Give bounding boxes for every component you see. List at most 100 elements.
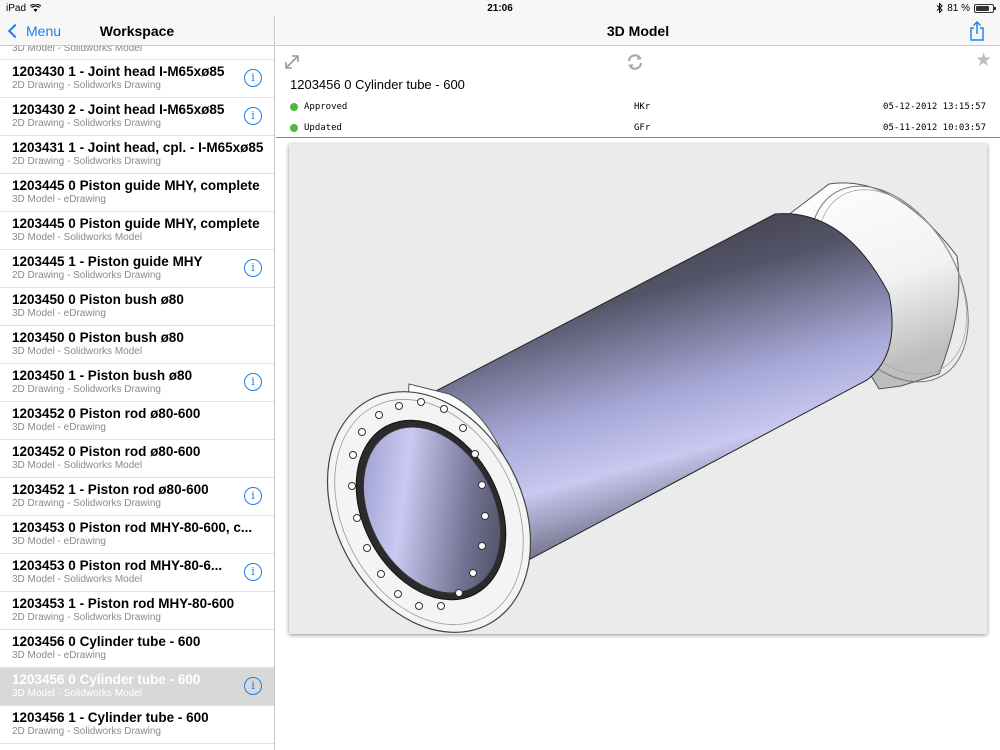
list-item-subtitle: 2D Drawing - Solidworks Drawing [12, 384, 161, 395]
status-label: Updated [304, 122, 342, 133]
list-item-title: 1203453 1 - Piston rod MHY-80-600 [12, 596, 235, 611]
list-item-subtitle: 2D Drawing - Solidworks Drawing [12, 612, 161, 623]
info-icon[interactable]: i [244, 69, 262, 87]
list-item-subtitle: 3D Model - eDrawing [12, 422, 106, 433]
list-item-subtitle: 2D Drawing - Solidworks Drawing [12, 118, 161, 129]
list-item-partial[interactable]: 3D Model - Solidworks Model [0, 46, 274, 60]
status-row: Approved HKr 05-12-2012 13:15:57 [290, 96, 986, 117]
sidebar: Menu Workspace 3D Model - Solidworks Mod… [0, 16, 275, 750]
status-date: 05-11-2012 10:03:57 [883, 122, 986, 133]
wifi-icon [30, 4, 42, 12]
list-item-title: 1203452 1 - Piston rod ø80-600 [12, 482, 209, 497]
back-button[interactable]: Menu [0, 23, 61, 39]
list-item[interactable]: 1203453 1 - Piston rod MHY-80-600 2D Draw… [0, 592, 274, 630]
share-icon[interactable] [968, 21, 986, 41]
battery-icon [974, 3, 996, 13]
list-item[interactable]: 1203445 0 Piston guide MHY, complete 3D M… [0, 212, 274, 250]
list-item[interactable]: 1203445 0 Piston guide MHY, complete 3D M… [0, 174, 274, 212]
status-label: Approved [304, 101, 348, 112]
status-table: Approved HKr 05-12-2012 13:15:57 Updated GFr… [290, 96, 986, 138]
status-row: Updated GFr 05-11-2012 10:03:57 [290, 117, 986, 138]
info-icon[interactable]: i [244, 563, 262, 581]
list-item-subtitle: 3D Model - Solidworks Model [12, 46, 143, 54]
detail-title: 3D Model [606, 22, 670, 39]
list-item[interactable]: 1203456 1 - Cylinder tube - 600 2D Drawin… [0, 706, 274, 744]
info-icon[interactable]: i [244, 487, 262, 505]
sidebar-nav-bar: Menu Workspace [0, 16, 274, 46]
battery-level [976, 5, 989, 11]
device-label: iPad [6, 2, 27, 14]
list-item-subtitle: 3D Model - Solidworks Model [12, 574, 143, 585]
expand-icon[interactable] [284, 54, 300, 70]
star-icon[interactable]: ★ [975, 51, 992, 70]
list-item-subtitle: 2D Drawing - Solidworks Drawing [12, 270, 161, 281]
list-item[interactable]: 1203452 1 - Piston rod ø80-600 2D Drawing… [0, 478, 274, 516]
list-item[interactable]: 1203453 0 Piston rod MHY-80-6... 3D Model… [0, 554, 274, 592]
list-item-title: 1203456 0 Cylinder tube - 600 [12, 672, 201, 687]
list-item-title: 1203452 0 Piston rod ø80-600 [12, 444, 201, 459]
list-item-subtitle: 3D Model - Solidworks Model [12, 346, 143, 357]
list-item-title: 1203452 0 Piston rod ø80-600 [12, 406, 201, 421]
detail-nav-bar: 3D Model [276, 16, 1000, 46]
list-item[interactable]: 1203445 1 - Piston guide MHY 2D Drawing -… [0, 250, 274, 288]
list-item[interactable]: 1203450 1 - Piston bush ø80 2D Drawing - … [0, 364, 274, 402]
clock: 21:06 [487, 2, 513, 14]
status-user: HKr [634, 101, 651, 112]
list-item-title: 1203453 0 Piston rod MHY-80-6... [12, 558, 223, 573]
viewer-toolbar: ★ [276, 46, 1000, 76]
list-item[interactable]: 1203453 0 Piston rod MHY-80-600, c... 3D … [0, 516, 274, 554]
list-item[interactable]: 1203431 1 - Joint head, cpl. - I-M65xø85… [0, 136, 274, 174]
info-icon[interactable]: i [244, 259, 262, 277]
list-item-title: 1203445 1 - Piston guide MHY [12, 254, 203, 269]
back-chevron-icon [7, 23, 23, 38]
model-viewer[interactable] [289, 144, 987, 634]
list-item-title: 1203430 2 - Joint head I-M65xø85 [12, 102, 225, 117]
list-item-subtitle: 3D Model - eDrawing [12, 536, 106, 547]
back-button-label: Menu [26, 22, 62, 39]
list-item[interactable]: 1203456 0 Cylinder tube - 600 3D Model - … [0, 630, 274, 668]
list-item-title: 1203450 0 Piston bush ø80 [12, 330, 184, 345]
list-item-title: 1203445 0 Piston guide MHY, complete [12, 216, 260, 231]
list-item-title: 1203430 1 - Joint head I-M65xø85 [12, 64, 225, 79]
document-list[interactable]: 3D Model - Solidworks Model 1203430 1 - … [0, 46, 274, 750]
cylinder-tube-model [326, 182, 969, 633]
list-item[interactable]: 1203430 2 - Joint head I-M65xø85 2D Drawi… [0, 98, 274, 136]
list-item-subtitle: 3D Model - Solidworks Model [12, 688, 143, 699]
status-date: 05-12-2012 13:15:57 [883, 101, 986, 112]
list-item[interactable]: 1203430 1 - Joint head I-M65xø85 2D Drawi… [0, 60, 274, 98]
status-dot-icon [290, 123, 298, 132]
list-item[interactable]: 1203450 0 Piston bush ø80 3D Model - Soli… [0, 326, 274, 364]
list-item-subtitle: 2D Drawing - Solidworks Drawing [12, 156, 161, 167]
list-item-subtitle: 2D Drawing - Solidworks Drawing [12, 80, 161, 91]
list-item-subtitle: 2D Drawing - Solidworks Drawing [12, 726, 161, 737]
bluetooth-icon [936, 3, 943, 13]
list-item-subtitle: 3D Model - Solidworks Model [12, 460, 143, 471]
list-item-title: 1203431 1 - Joint head, cpl. - I-M65xø85 [12, 140, 264, 155]
list-item[interactable]: 1203452 0 Piston rod ø80-600 3D Model - e… [0, 402, 274, 440]
list-item-subtitle: 3D Model - eDrawing [12, 308, 106, 319]
list-item[interactable]: 1203450 0 Piston bush ø80 3D Model - eDra… [0, 288, 274, 326]
list-item-title: 1203456 1 - Cylinder tube - 600 [12, 710, 209, 725]
battery-percent: 81 % [947, 2, 970, 14]
list-item-subtitle: 3D Model - eDrawing [12, 194, 106, 205]
divider [276, 137, 1000, 138]
status-dot-icon [290, 102, 298, 111]
list-item-title: 1203450 1 - Piston bush ø80 [12, 368, 193, 383]
list-item-title: 1203445 0 Piston guide MHY, complete [12, 178, 260, 193]
status-user: GFr [634, 122, 651, 133]
list-item-subtitle: 2D Drawing - Solidworks Drawing [12, 498, 161, 509]
info-icon[interactable]: i [244, 677, 262, 695]
status-bar: iPad 21:06 81 % [0, 0, 1000, 16]
detail-pane: 3D Model ★ 1203456 0 Cylinder tube - 600… [276, 16, 1000, 750]
list-item-subtitle: 3D Model - eDrawing [12, 650, 106, 661]
list-item-subtitle: 3D Model - Solidworks Model [12, 232, 143, 243]
list-item-title: 1203450 0 Piston bush ø80 [12, 292, 184, 307]
list-item[interactable]: 1203452 0 Piston rod ø80-600 3D Model - S… [0, 440, 274, 478]
refresh-icon[interactable] [626, 53, 644, 71]
list-item-title: 1203453 0 Piston rod MHY-80-600, c... [12, 520, 253, 535]
document-title: 1203456 0 Cylinder tube - 600 [290, 77, 465, 92]
list-item[interactable]: 1203456 0 Cylinder tube - 600 3D Model - … [0, 668, 274, 706]
list-item-title: 1203456 0 Cylinder tube - 600 [12, 634, 201, 649]
info-icon[interactable]: i [244, 373, 262, 391]
info-icon[interactable]: i [244, 107, 262, 125]
